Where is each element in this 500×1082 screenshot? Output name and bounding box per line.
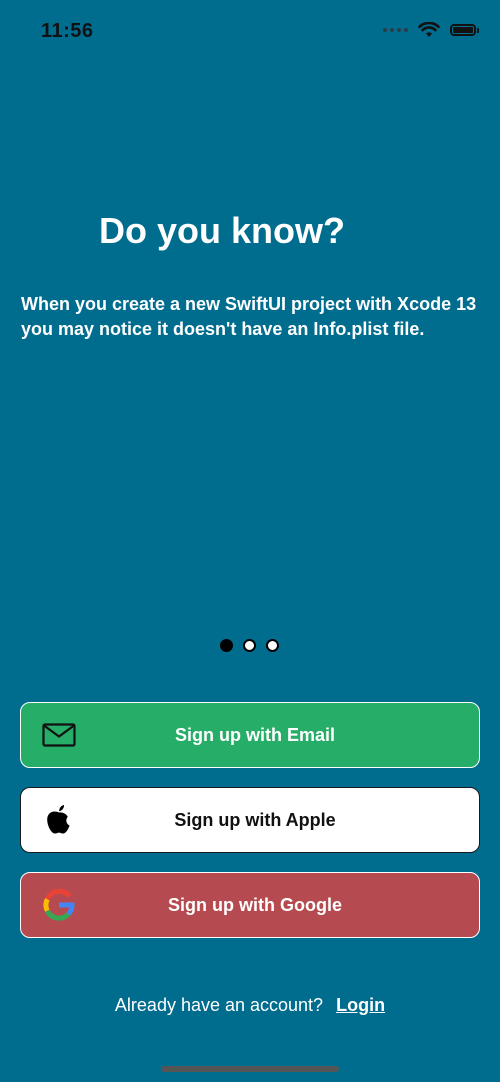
login-link[interactable]: Login <box>336 995 385 1015</box>
apple-icon <box>41 802 77 838</box>
page-dot-2[interactable] <box>243 639 256 652</box>
sign-up-email-button[interactable]: Sign up with Email <box>20 702 480 768</box>
sign-up-email-label: Sign up with Email <box>174 724 335 745</box>
sign-up-google-button[interactable]: Sign up with Google <box>20 872 480 938</box>
signal-dots-icon <box>383 28 408 32</box>
status-bar: 11:56 <box>0 0 500 60</box>
sign-up-apple-label: Sign up with Apple <box>174 809 336 830</box>
login-prompt: Already have an account? Login <box>0 995 500 1016</box>
status-icons <box>383 22 479 38</box>
page-dot-3[interactable] <box>266 639 279 652</box>
onboarding-body: When you create a new SwiftUI project wi… <box>21 294 477 339</box>
envelope-icon <box>41 717 77 753</box>
status-time: 11:56 <box>41 20 94 42</box>
wifi-icon <box>418 22 440 37</box>
page-indicator[interactable] <box>220 639 279 652</box>
battery-icon <box>450 24 479 36</box>
sign-up-apple-button[interactable]: Sign up with Apple <box>20 787 480 853</box>
sign-up-google-label: Sign up with Google <box>168 894 342 915</box>
home-indicator[interactable] <box>161 1066 339 1072</box>
page-dot-1[interactable] <box>220 639 233 652</box>
onboarding-title: Do you know? <box>99 210 345 251</box>
login-prompt-text: Already have an account? <box>114 995 324 1015</box>
google-icon <box>41 887 77 923</box>
